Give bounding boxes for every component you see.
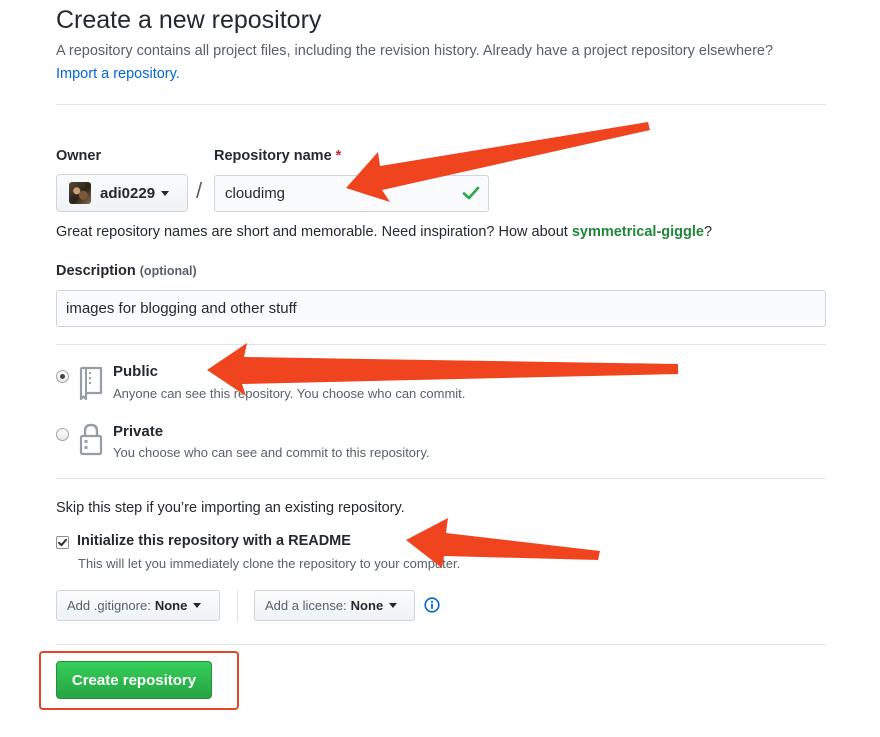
required-mark: * [335,148,342,164]
owner-dropdown[interactable]: adi0229 [56,174,188,212]
info-icon[interactable] [424,597,440,613]
optional-note: (optional) [139,264,197,278]
repository-name-label-text: Repository name [214,148,332,164]
repo-book-icon [79,366,103,401]
check-icon [462,186,480,200]
chevron-down-icon [193,603,202,608]
owner-repo-separator: / [196,178,203,203]
page-intro: A repository contains all project files,… [56,40,796,86]
description-label-text: Description [56,263,136,279]
divider [56,344,826,345]
owner-label: Owner [56,148,102,164]
description-label: Description (optional) [56,263,197,279]
gitignore-dropdown[interactable]: Add .gitignore: None [56,590,220,621]
readme-checkbox[interactable] [56,536,69,549]
name-hint-text: Great repository names are short and mem… [56,224,568,240]
divider [56,104,826,105]
owner-name: adi0229 [100,184,156,202]
description-input[interactable] [56,290,826,327]
public-description: Anyone can see this repository. You choo… [113,386,466,401]
import-repository-link[interactable]: Import a repository. [56,66,180,82]
lock-icon [79,423,103,456]
license-prefix: Add a license: [265,598,347,613]
intro-text: A repository contains all project files,… [56,43,774,59]
public-title: Public [113,363,159,380]
private-title: Private [113,423,164,440]
license-dropdown[interactable]: Add a license: None [254,590,415,621]
chevron-down-icon [389,603,398,608]
license-value: None [350,598,384,613]
checkmark-icon [58,538,67,547]
readme-title: Initialize this repository with a README [77,533,351,549]
name-hint-suffix: ? [704,224,713,240]
repository-name-label: Repository name * [214,148,341,164]
create-repository-button[interactable]: Create repository [56,661,212,699]
name-suggestion-link[interactable]: symmetrical-giggle [572,224,704,240]
avatar [69,182,91,204]
gitignore-value: None [154,598,188,613]
private-description: You choose who can see and commit to thi… [113,445,430,460]
divider [56,478,826,479]
repository-name-input[interactable] [214,175,489,212]
vertical-divider [237,590,238,622]
public-radio[interactable] [56,370,69,383]
readme-description: This will let you immediately clone the … [78,556,461,571]
divider [56,644,826,645]
chevron-down-icon [161,190,170,196]
gitignore-prefix: Add .gitignore: [67,598,151,613]
private-radio[interactable] [56,428,69,441]
page-title: Create a new repository [56,6,322,34]
skip-step-text: Skip this step if you’re importing an ex… [56,500,405,516]
name-hint: Great repository names are short and mem… [56,224,712,240]
